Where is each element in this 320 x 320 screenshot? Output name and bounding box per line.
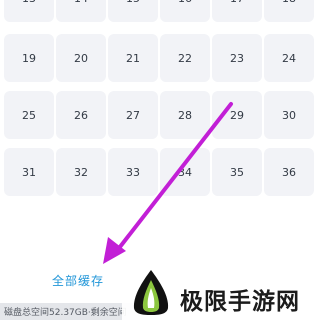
- episode-23-button[interactable]: 23: [212, 34, 262, 82]
- episode-number: 19: [22, 51, 36, 65]
- watermark-logo: [133, 270, 169, 315]
- episode-number: 14: [74, 0, 88, 5]
- episode-number: 26: [74, 108, 88, 122]
- episode-number: 25: [22, 108, 36, 122]
- episode-30-button[interactable]: 30: [264, 91, 314, 139]
- episode-28-button[interactable]: 28: [160, 91, 210, 139]
- episode-15-button[interactable]: 15: [108, 0, 158, 22]
- episode-22-button[interactable]: 22: [160, 34, 210, 82]
- episode-number: 13: [22, 0, 36, 5]
- episode-14-button[interactable]: 14: [56, 0, 106, 22]
- episode-number: 15: [126, 0, 140, 5]
- episode-13-button[interactable]: 13: [4, 0, 54, 22]
- watermark-text: 极限手游网: [180, 289, 300, 315]
- episode-number: 35: [230, 165, 244, 179]
- episode-26-button[interactable]: 26: [56, 91, 106, 139]
- episode-number: 18: [282, 0, 296, 5]
- episode-number: 23: [230, 51, 244, 65]
- download-all-button[interactable]: 全部缓存: [52, 272, 104, 289]
- episode-29-button[interactable]: 29: [212, 91, 262, 139]
- episode-number: 20: [74, 51, 88, 65]
- episode-24-button[interactable]: 24: [264, 34, 314, 82]
- episode-grid: 13 14 15 16 17 18 19 20 21 22 23 24 25 2…: [0, 0, 320, 262]
- episode-31-button[interactable]: 31: [4, 148, 54, 196]
- episode-20-button[interactable]: 20: [56, 34, 106, 82]
- episode-number: 31: [22, 165, 36, 179]
- episode-17-button[interactable]: 17: [212, 0, 262, 22]
- episode-number: 27: [126, 108, 140, 122]
- episode-number: 16: [178, 0, 192, 5]
- episode-32-button[interactable]: 32: [56, 148, 106, 196]
- episode-33-button[interactable]: 33: [108, 148, 158, 196]
- episode-16-button[interactable]: 16: [160, 0, 210, 22]
- episode-21-button[interactable]: 21: [108, 34, 158, 82]
- episode-36-button[interactable]: 36: [264, 148, 314, 196]
- episode-27-button[interactable]: 27: [108, 91, 158, 139]
- episode-number: 24: [282, 51, 296, 65]
- episode-number: 36: [282, 165, 296, 179]
- episode-number: 32: [74, 165, 88, 179]
- episode-25-button[interactable]: 25: [4, 91, 54, 139]
- episode-19-button[interactable]: 19: [4, 34, 54, 82]
- episode-18-button[interactable]: 18: [264, 0, 314, 22]
- episode-number: 17: [230, 0, 244, 5]
- episode-34-button[interactable]: 34: [160, 148, 210, 196]
- episode-35-button[interactable]: 35: [212, 148, 262, 196]
- episode-number: 29: [230, 108, 244, 122]
- episode-number: 22: [178, 51, 192, 65]
- storage-info-text: 磁盘总空间52.37GB·剩余空间: [4, 308, 127, 318]
- episode-number: 30: [282, 108, 296, 122]
- episode-number: 34: [178, 165, 192, 179]
- episode-number: 21: [126, 51, 140, 65]
- episode-number: 28: [178, 108, 192, 122]
- episode-number: 33: [126, 165, 140, 179]
